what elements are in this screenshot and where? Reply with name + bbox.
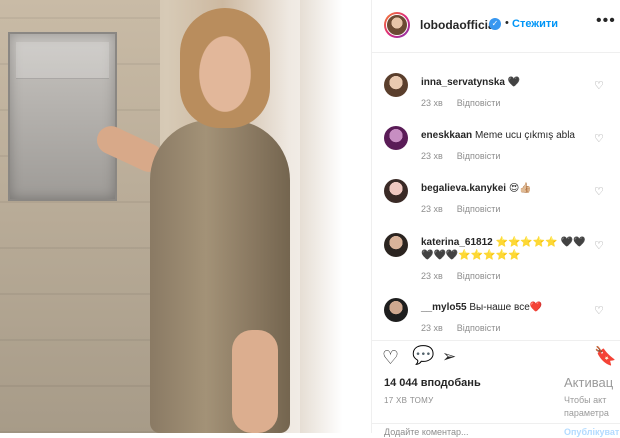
comment-like-icon[interactable]: ♡ — [594, 132, 604, 145]
comment-item: katerina_61812 ⭐⭐⭐⭐⭐ 🖤🖤🖤🖤🖤⭐⭐⭐⭐⭐ 23 хв Від… — [372, 233, 620, 289]
follow-button[interactable]: Стежити — [512, 18, 558, 30]
comment-item: inna_servatynska 🖤 23 хв Відповісти ♡ — [372, 73, 620, 129]
comment-text: begalieva.kanykei 😍👍🏼 — [421, 183, 532, 194]
commenter-avatar[interactable] — [384, 73, 408, 97]
comment-time: 23 хв — [421, 271, 443, 281]
comment-like-icon[interactable]: ♡ — [594, 304, 604, 317]
photo-cabinet — [8, 32, 117, 201]
comment-meta: 23 хв Відповісти — [421, 98, 514, 108]
comment-like-icon[interactable]: ♡ — [594, 185, 604, 198]
commenter-username[interactable]: katerina_61812 — [421, 237, 493, 248]
comment-meta: 23 хв Відповісти — [421, 323, 514, 333]
reply-button[interactable]: Відповісти — [457, 323, 501, 333]
comment-text: inna_servatynska 🖤 — [421, 77, 521, 88]
comment-meta: 23 хв Відповісти — [421, 271, 514, 281]
commenter-username[interactable]: eneskkaan — [421, 130, 472, 141]
reply-button[interactable]: Відповісти — [457, 151, 501, 161]
post-header: lobodaofficial ✓ • Стежити ••• — [372, 0, 620, 53]
photo-figure-leg — [232, 330, 278, 433]
comment-text: __mylo55 Вы-наше все❤️ — [421, 302, 543, 313]
activation-watermark-text: Чтобы акт параметра — [564, 395, 609, 418]
author-avatar[interactable] — [384, 12, 410, 38]
commenter-username[interactable]: inna_servatynska — [421, 77, 505, 88]
activation-watermark-title: Активац — [564, 375, 614, 390]
comment-time: 23 хв — [421, 323, 443, 333]
commenter-username[interactable]: __mylo55 — [421, 302, 467, 313]
likes-count[interactable]: 14 044 вподобань — [384, 377, 481, 389]
reply-button[interactable]: Відповісти — [457, 204, 501, 214]
comment-like-icon[interactable]: ♡ — [594, 239, 604, 252]
commenter-username[interactable]: begalieva.kanykei — [421, 183, 506, 194]
commenter-avatar[interactable] — [384, 233, 408, 257]
comment-time: 23 хв — [421, 151, 443, 161]
separator-dot: • — [505, 17, 509, 29]
post-photo[interactable] — [0, 0, 371, 433]
comment-text: eneskkaan Meme ucu çıkmış abla — [421, 130, 575, 141]
reply-button[interactable]: Відповісти — [457, 271, 501, 281]
photo-pillar — [300, 0, 371, 433]
post-timestamp: 17 ХВ ТОМУ — [384, 396, 434, 405]
more-options-icon[interactable]: ••• — [596, 12, 616, 30]
post-side-panel: lobodaofficial ✓ • Стежити ••• inna_serv… — [371, 0, 620, 437]
comment-meta: 23 хв Відповісти — [421, 204, 514, 214]
comment-time: 23 хв — [421, 98, 443, 108]
commenter-avatar[interactable] — [384, 126, 408, 150]
comment-text: katerina_61812 ⭐⭐⭐⭐⭐ 🖤🖤🖤🖤🖤⭐⭐⭐⭐⭐ — [421, 237, 586, 261]
add-comment-row: Додайте коментар... Опублікувати — [372, 423, 620, 438]
comment-like-icon[interactable]: ♡ — [594, 79, 604, 92]
photo-figure-head — [180, 8, 270, 128]
add-comment-input[interactable]: Додайте коментар... — [384, 427, 469, 437]
commenter-avatar[interactable] — [384, 298, 408, 322]
author-username[interactable]: lobodaofficial — [420, 18, 498, 32]
reply-button[interactable]: Відповісти — [457, 98, 501, 108]
publish-button[interactable]: Опублікувати — [564, 427, 620, 437]
share-icon[interactable]: ➢ — [442, 347, 456, 367]
bookmark-icon[interactable]: 🔖 — [594, 346, 616, 367]
comment-meta: 23 хв Відповісти — [421, 151, 514, 161]
comment-item: eneskkaan Meme ucu çıkmış abla 23 хв Відп… — [372, 126, 620, 182]
comment-icon[interactable]: 💬 — [412, 345, 434, 366]
verified-badge-icon: ✓ — [489, 18, 501, 30]
comment-time: 23 хв — [421, 204, 443, 214]
commenter-avatar[interactable] — [384, 179, 408, 203]
like-icon[interactable]: ♡ — [382, 347, 399, 370]
comment-item: begalieva.kanykei 😍👍🏼 23 хв Відповісти ♡ — [372, 179, 620, 235]
